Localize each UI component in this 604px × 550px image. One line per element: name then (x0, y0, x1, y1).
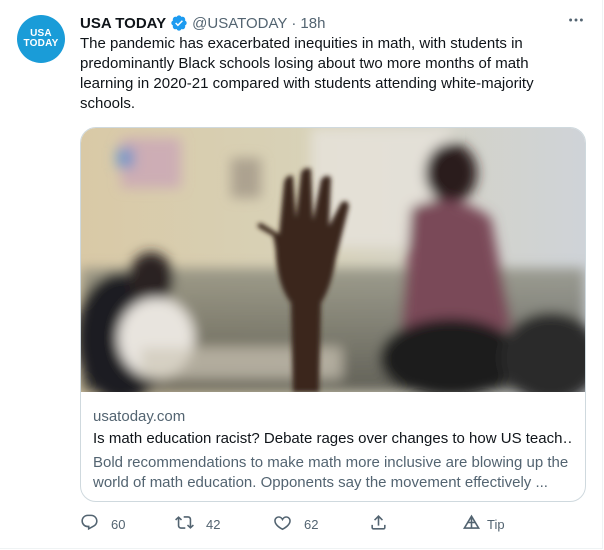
retweet-button[interactable]: 42 (175, 512, 220, 536)
tweet-actions: 60 42 62 Tip (80, 512, 520, 536)
avatar[interactable]: USA TODAY (17, 15, 65, 63)
more-options-icon[interactable] (566, 10, 586, 30)
avatar-text-line2: TODAY (23, 38, 59, 49)
tip-icon (462, 513, 481, 535)
tweet-text-line: learning in 2020-21 compared with studen… (80, 75, 534, 92)
card-domain: usatoday.com (93, 408, 186, 425)
card-meta: usatoday.com Is math education racist? D… (93, 407, 573, 493)
like-count: 62 (304, 516, 319, 532)
reply-count: 60 (111, 516, 126, 532)
tip-label: Tip (487, 516, 505, 532)
heart-icon (273, 513, 292, 535)
tip-button[interactable]: Tip (462, 512, 505, 536)
tweet-text-line: predominantly Black schools losing about… (80, 55, 529, 72)
account-handle[interactable]: @USATODAY (192, 15, 287, 32)
card-image[interactable] (81, 128, 585, 392)
tweet-text: The pandemic has exacerbated inequities … (80, 34, 570, 114)
link-card[interactable]: usatoday.com Is math education racist? D… (80, 127, 586, 502)
card-description: Bold recommendations to make math more i… (93, 453, 573, 493)
share-icon (369, 513, 388, 535)
tweet-text-line: The pandemic has exacerbated inequities … (80, 35, 523, 52)
card-description-line: Bold recommendations to make math more i… (93, 454, 569, 471)
retweet-icon (175, 513, 194, 535)
retweet-count: 42 (206, 516, 221, 532)
card-title[interactable]: Is math education racist? Debate rages o… (93, 429, 573, 449)
reply-icon (80, 513, 99, 535)
share-button[interactable] (369, 512, 388, 536)
tweet-text-line: schools. (80, 95, 136, 112)
account-name[interactable]: USA TODAY (80, 15, 166, 32)
tweet-header: USA TODAY @USATODAY · 18h (80, 13, 584, 33)
card-description-line: world of math education. Opponents say t… (93, 474, 548, 491)
verified-badge-icon (170, 14, 188, 32)
reply-button[interactable]: 60 (80, 512, 125, 536)
tweet-timestamp[interactable]: 18h (300, 15, 325, 32)
like-button[interactable]: 62 (273, 512, 318, 536)
separator-dot: · (291, 14, 297, 32)
